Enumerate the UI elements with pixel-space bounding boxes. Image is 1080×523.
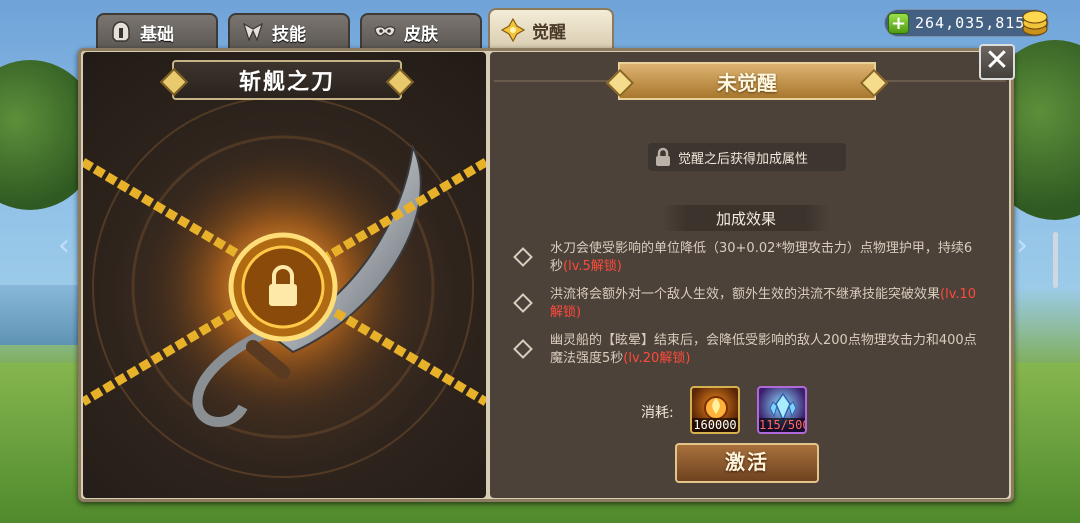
tab-skin[interactable]: 皮肤 bbox=[360, 13, 482, 49]
effect-item: 洪流将会额外对一个敌人生效，额外生效的洪流不继承技能突破效果(lv.10解锁) bbox=[510, 286, 980, 322]
skill-icon bbox=[240, 19, 266, 45]
effects-title: 加成效果 bbox=[662, 205, 830, 231]
effect-unlock-level: (lv.20解锁) bbox=[623, 351, 691, 366]
next-arrow-icon[interactable]: › bbox=[1016, 228, 1028, 263]
background-sea bbox=[0, 285, 90, 345]
hint-text: 觉醒之后获得加成属性 bbox=[678, 151, 809, 167]
tab-label: 觉醒 bbox=[532, 22, 566, 43]
previous-arrow-icon[interactable]: ‹ bbox=[58, 228, 70, 263]
cost-item-fire-orb[interactable]: 160000 bbox=[690, 386, 740, 434]
awaken-status: 未觉醒 bbox=[618, 62, 876, 100]
diamond-icon bbox=[513, 339, 533, 359]
cost-item-crystal[interactable]: 115/500 bbox=[757, 386, 807, 434]
weapon-name: 斩舰之刀 bbox=[172, 60, 402, 100]
mask-icon bbox=[372, 19, 398, 45]
close-icon: ✕ bbox=[984, 43, 1010, 78]
diamond-icon bbox=[513, 247, 533, 267]
tab-label: 皮肤 bbox=[404, 24, 438, 45]
weapon-display bbox=[83, 52, 486, 498]
effect-item: 水刀会使受影响的单位降低（30+0.02*物理攻击力）点物理护甲，持续6秒(lv… bbox=[510, 240, 980, 276]
cost-count: 115/500 bbox=[759, 418, 807, 432]
tab-skill[interactable]: 技能 bbox=[228, 13, 350, 49]
gold-coin-icon bbox=[1022, 10, 1048, 36]
weapon-art bbox=[83, 96, 486, 478]
cost-count: 160000 bbox=[692, 418, 738, 432]
divider bbox=[876, 80, 1006, 82]
divider bbox=[494, 80, 620, 82]
awaken-icon bbox=[500, 17, 526, 43]
close-button[interactable]: ✕ bbox=[979, 44, 1015, 80]
tab-awaken[interactable]: 觉醒 bbox=[488, 8, 614, 50]
effect-item: 幽灵船的【眩晕】结束后，会降低受影响的敌人200点物理攻击力和400点魔法强度5… bbox=[510, 332, 980, 368]
plus-icon[interactable]: + bbox=[888, 13, 909, 34]
gold-amount: 264,035,815 bbox=[915, 14, 1026, 32]
tab-basic[interactable]: 基础 bbox=[96, 13, 218, 49]
awaken-hint: 觉醒之后获得加成属性 bbox=[648, 143, 846, 171]
cost-label: 消耗: bbox=[641, 405, 674, 421]
diamond-icon bbox=[513, 293, 533, 313]
effects-list: 水刀会使受影响的单位降低（30+0.02*物理攻击力）点物理护甲，持续6秒(lv… bbox=[510, 240, 980, 378]
tab-label: 基础 bbox=[140, 24, 174, 45]
effect-text: 幽灵船的【眩晕】结束后，会降低受影响的敌人200点物理攻击力和400点魔法强度5… bbox=[550, 333, 977, 366]
effect-unlock-level: (lv.5解锁) bbox=[563, 259, 622, 274]
scrollbar[interactable] bbox=[1053, 232, 1058, 288]
tab-label: 技能 bbox=[272, 24, 306, 45]
effect-text: 洪流将会额外对一个敌人生效，额外生效的洪流不继承技能突破效果 bbox=[550, 287, 941, 302]
activate-button[interactable]: 激活 bbox=[675, 443, 819, 483]
lock-icon bbox=[648, 147, 678, 167]
helmet-icon bbox=[108, 19, 134, 45]
